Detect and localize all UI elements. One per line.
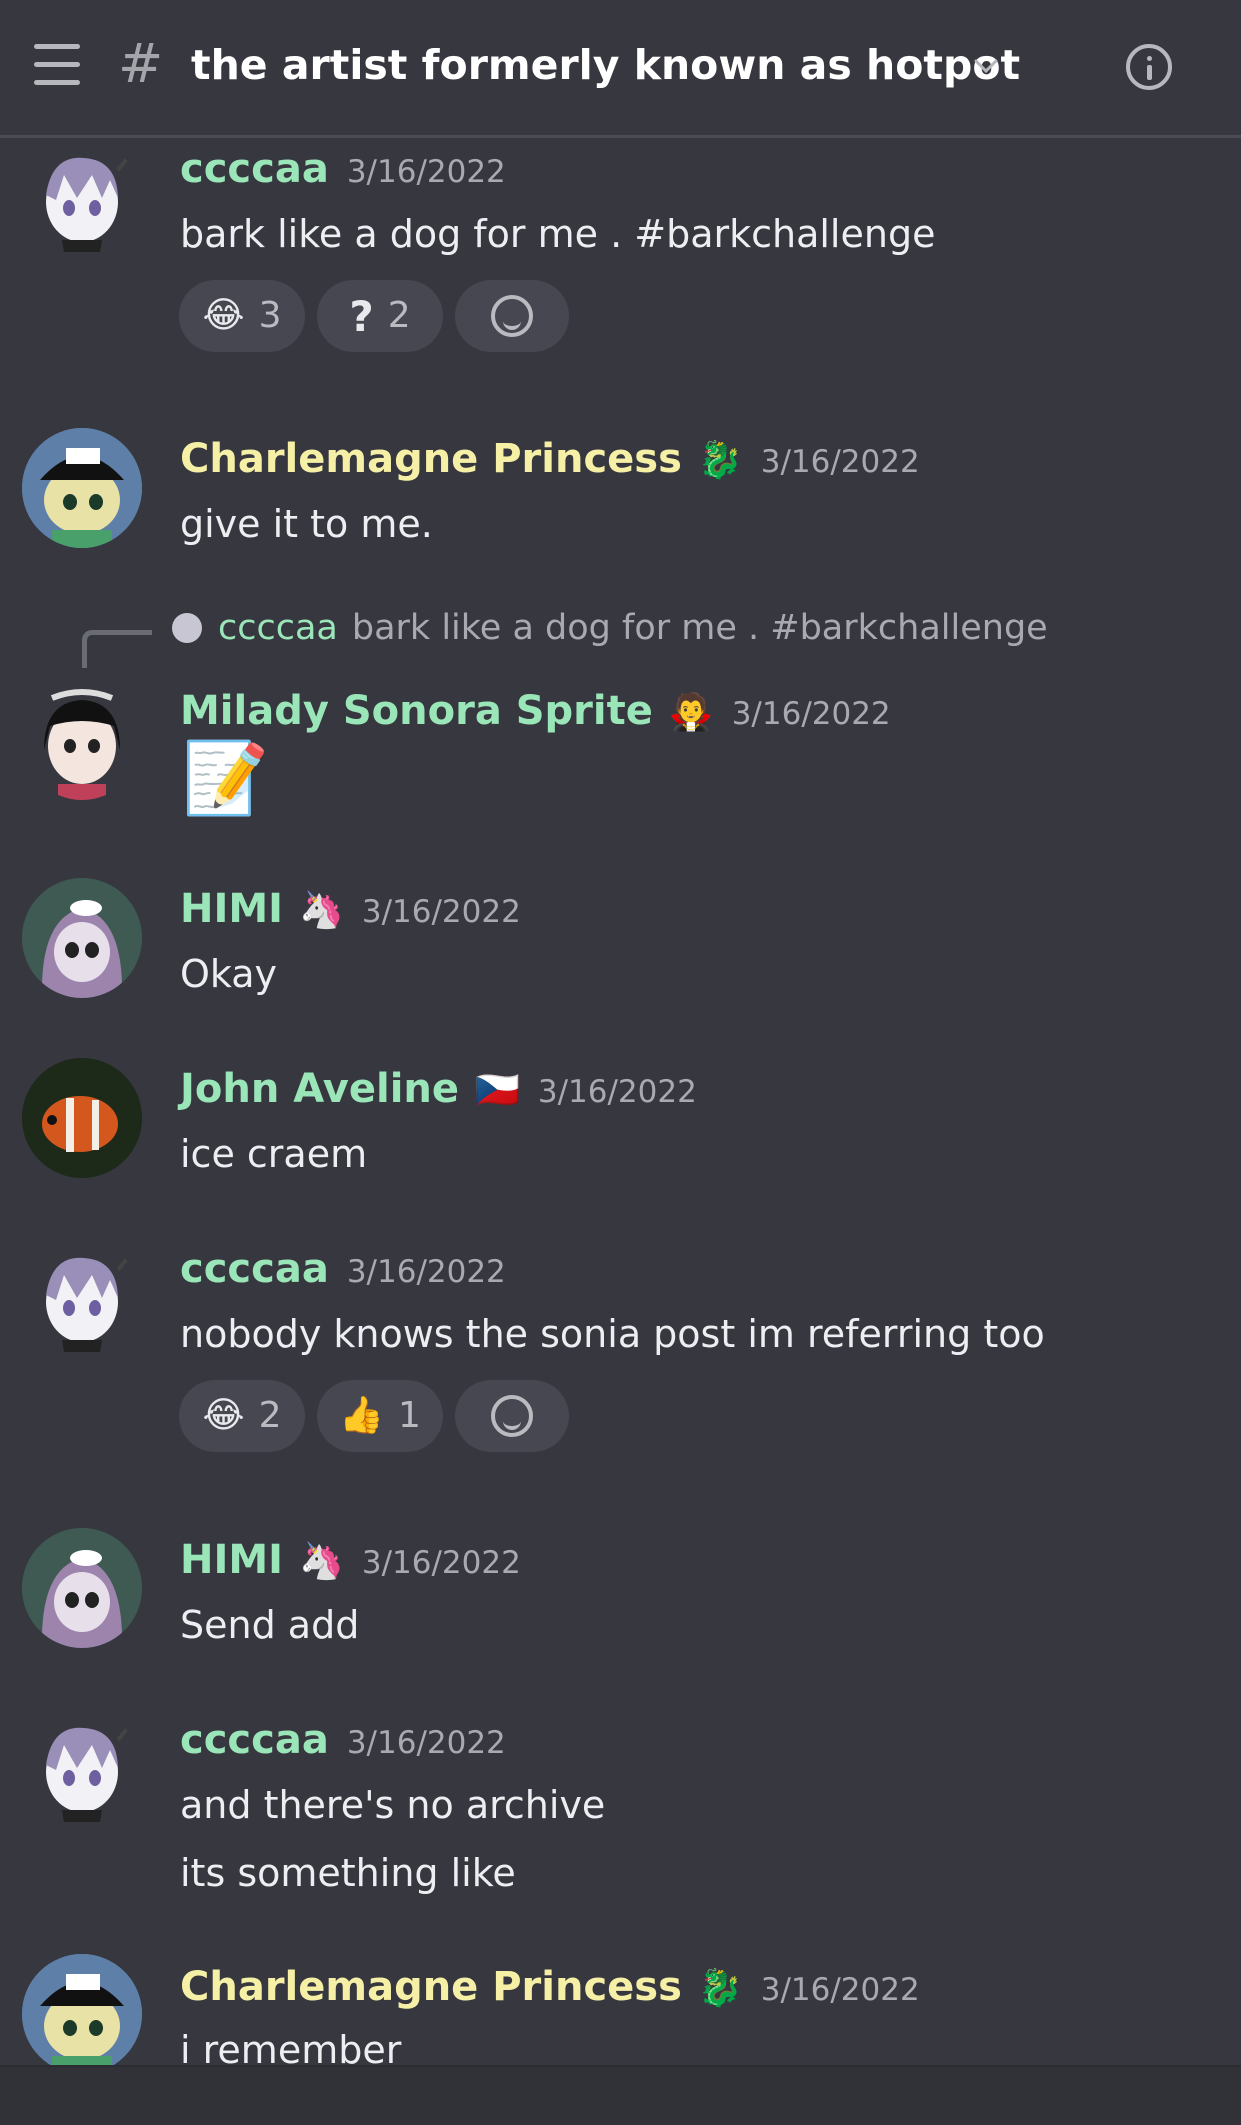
vampire-badge-icon: 🧛 [668,692,714,733]
chevron-down-icon[interactable] [972,52,1000,80]
add-reaction-button[interactable] [455,1380,569,1452]
timestamp: 3/16/2022 [346,1725,506,1761]
dragon-badge-icon: 🐉 [697,440,743,481]
laughing-emoji-icon: 😂 [202,295,245,336]
reply-connector [82,630,152,668]
avatar[interactable] [22,680,142,800]
username[interactable]: ccccaa [180,144,329,194]
reaction-count: 1 [397,1395,421,1436]
timestamp: 3/16/2022 [346,154,506,190]
message-text: Send add [180,1603,360,1647]
menu-icon[interactable] [34,44,80,88]
timestamp: 3/16/2022 [731,696,891,732]
message-text: its something like [180,1851,516,1895]
thumbs-up-emoji-icon: 👍 [339,1395,384,1436]
timestamp: 3/16/2022 [361,894,521,930]
reaction-question[interactable]: ? 2 [317,280,443,352]
bottom-bar [0,2067,1241,2125]
reply-preview[interactable]: ccccaa bark like a dog for me . #barkcha… [172,606,1048,650]
reply-text: bark like a dog for me . #barkchallenge [351,608,1048,648]
channel-title[interactable]: the artist formerly known as hotpot [191,38,1020,92]
reply-author: ccccaa [218,608,338,648]
info-icon[interactable] [1126,44,1172,90]
reactions: 😂 3 ? 2 [179,280,581,352]
question-emoji-icon: ? [349,291,374,341]
add-reaction-button[interactable] [455,280,569,352]
reactions: 😂 2 👍 1 [179,1380,581,1452]
avatar[interactable] [22,1058,142,1178]
avatar[interactable] [22,428,142,548]
message-text: Okay [180,952,278,996]
chat-app: # the artist formerly known as hotpot cc… [0,0,1241,2125]
avatar[interactable] [22,878,142,998]
avatar[interactable] [22,1240,142,1360]
username[interactable]: HIMI [180,884,283,934]
username[interactable]: ccccaa [180,1244,329,1294]
timestamp: 3/16/2022 [537,1074,697,1110]
timestamp: 3/16/2022 [346,1254,506,1290]
reaction-laughing[interactable]: 😂 3 [179,280,305,352]
add-emoji-icon [491,1395,533,1437]
timestamp: 3/16/2022 [760,1972,920,2008]
memo-emoji-icon: 📝 [182,737,270,819]
laughing-emoji-icon: 😂 [202,1395,245,1436]
reaction-count: 2 [387,295,411,336]
avatar[interactable] [22,1528,142,1648]
unicorn-badge-icon: 🦄 [299,1541,344,1582]
avatar[interactable] [22,140,142,260]
username[interactable]: John Aveline [180,1064,459,1114]
username[interactable]: ccccaa [180,1715,329,1765]
reaction-laughing[interactable]: 😂 2 [179,1380,305,1452]
username[interactable]: HIMI [180,1535,283,1585]
unicorn-badge-icon: 🦄 [299,890,344,931]
reaction-count: 3 [258,295,282,336]
reply-avatar [172,613,202,643]
username[interactable]: Charlemagne Princess [180,1962,682,2012]
message-text: and there's no archive [180,1783,606,1827]
message-text: bark like a dog for me . #barkchallenge [180,212,936,256]
reaction-thumbs-up[interactable]: 👍 1 [317,1380,443,1452]
timestamp: 3/16/2022 [361,1545,521,1581]
username[interactable]: Milady Sonora Sprite [180,686,653,736]
add-emoji-icon [491,295,533,337]
message-text: give it to me. [180,502,433,546]
czech-flag-badge-icon: 🇨🇿 [475,1070,520,1111]
timestamp: 3/16/2022 [760,444,920,480]
username[interactable]: Charlemagne Princess [180,434,682,484]
dragon-badge-icon: 🐉 [697,1968,743,2009]
message-text: nobody knows the sonia post im referring… [180,1312,1045,1356]
channel-header: # the artist formerly known as hotpot [0,0,1241,138]
avatar[interactable] [22,1710,142,1830]
reaction-count: 2 [258,1395,282,1436]
avatar[interactable] [22,1954,142,2074]
channel-hash-icon: # [118,32,164,95]
message-text: ice craem [180,1132,368,1176]
